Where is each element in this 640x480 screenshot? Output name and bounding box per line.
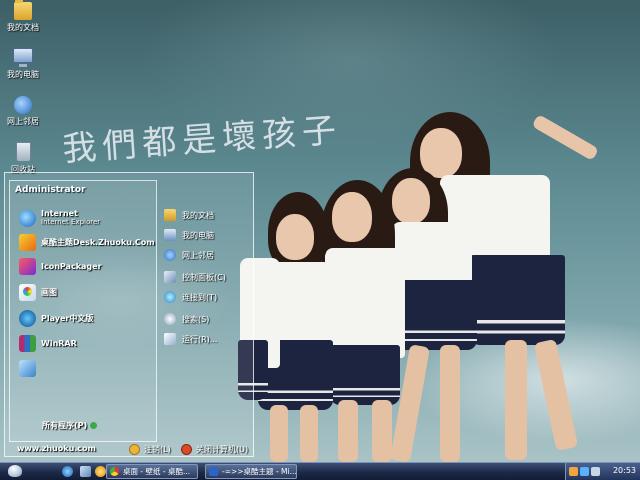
network-icon [14, 96, 32, 114]
iconpackager-icon [19, 257, 36, 275]
start-item-title: WinRAR [41, 338, 77, 348]
zhuoku-icon [19, 233, 36, 251]
program-icon [19, 359, 36, 377]
start-item-title: Player中文版 [41, 313, 94, 323]
recycle-bin-icon [15, 142, 31, 162]
computer-icon [13, 48, 33, 67]
logoff-label: 注销(L) [144, 445, 171, 454]
control-panel-icon [164, 271, 176, 283]
start-item-iconpackager[interactable]: IconPackager [19, 255, 102, 277]
start-item-zhuoku[interactable]: 桌酷主题Desk.Zhuoku.Com [19, 231, 155, 253]
start-right-control-panel[interactable]: 控制面板(C) [164, 269, 226, 285]
clock[interactable]: 20:53 [613, 466, 636, 475]
wallpaper-caption: 我們都是壞孩子 [61, 110, 344, 170]
start-item-title: IconPackager [41, 261, 102, 271]
start-item-title: 桌酷主题Desk.Zhuoku.Com [41, 237, 155, 247]
search-icon [164, 313, 176, 325]
taskbar-button-label: 桌面 - 壁纸 - 桌酷... [123, 467, 191, 476]
start-right-my-documents[interactable]: 我的文档 [164, 207, 214, 223]
start-item-paint[interactable]: 画图 [19, 281, 57, 303]
folder-icon [164, 209, 176, 221]
folder-icon [14, 0, 32, 20]
desktop-icon-label: 网上邻居 [7, 117, 39, 126]
taskbar-button-label: -=>>桌酷主题 - Mi... [222, 467, 297, 476]
computer-icon [164, 229, 176, 241]
run-icon [164, 333, 176, 345]
player-icon [19, 309, 36, 327]
desktop-icon-my-documents[interactable]: 我的文档 [2, 0, 44, 33]
start-item-internet-explorer[interactable]: Internet Internet Explorer [19, 207, 100, 229]
start-item-subtitle: Internet Explorer [41, 218, 101, 226]
desktop-icon-label: 我的电脑 [7, 70, 39, 79]
quicklaunch-show-desktop-icon[interactable] [80, 466, 91, 477]
arrow-right-icon [90, 422, 98, 429]
start-button[interactable] [4, 464, 26, 479]
network-icon [164, 249, 176, 261]
tray-network-icon[interactable] [580, 467, 589, 476]
quicklaunch-ie-icon[interactable] [62, 466, 73, 477]
user-name: Administrator [15, 185, 86, 195]
start-right-my-computer[interactable]: 我的电脑 [164, 227, 214, 243]
shutdown-button[interactable]: 关闭计算机(U) [181, 444, 248, 455]
start-right-label: 搜索(S) [182, 314, 210, 324]
desktop-icon-label: 我的文档 [7, 23, 39, 32]
start-item-player[interactable]: Player中文版 [19, 307, 93, 329]
start-item-title: Internet [41, 209, 78, 218]
start-item-title: 画图 [41, 287, 57, 297]
start-right-run[interactable]: 运行(R)... [164, 331, 217, 347]
logoff-icon [129, 444, 140, 455]
chrome-icon [110, 467, 119, 476]
start-item-program[interactable] [19, 357, 41, 379]
document-icon [209, 467, 218, 476]
winrar-icon [19, 334, 36, 352]
all-programs-label: 所有程序(P) [42, 421, 88, 430]
ie-icon [19, 209, 36, 227]
taskbar-button-browser[interactable]: 桌面 - 壁纸 - 桌酷... [106, 464, 198, 479]
start-right-label: 运行(R)... [182, 334, 218, 344]
start-right-label: 控制面板(C) [182, 272, 226, 282]
start-right-label: 网上邻居 [182, 250, 214, 260]
taskbar-button-document[interactable]: -=>>桌酷主题 - Mi... [205, 464, 297, 479]
desktop-icon-my-computer[interactable]: 我的电脑 [2, 48, 44, 80]
footer-url: www.zhuoku.com [17, 444, 96, 453]
tray-volume-icon[interactable] [591, 467, 600, 476]
start-right-label: 我的文档 [182, 210, 214, 220]
logoff-button[interactable]: 注销(L) [129, 444, 171, 455]
start-orb-icon [8, 465, 22, 477]
start-right-connect[interactable]: 连接到(T) [164, 289, 217, 305]
all-programs-button[interactable]: 所有程序(P) [42, 420, 98, 431]
tray-app-icon[interactable] [569, 467, 578, 476]
start-right-network[interactable]: 网上邻居 [164, 247, 214, 263]
system-tray: 20:53 [565, 463, 640, 480]
desktop-icon-network[interactable]: 网上邻居 [2, 96, 44, 127]
power-icon [181, 444, 192, 455]
start-right-label: 连接到(T) [182, 292, 218, 302]
shutdown-label: 关闭计算机(U) [196, 445, 249, 454]
start-menu: Administrator Internet Internet Explorer… [4, 172, 254, 457]
paint-icon [19, 283, 36, 301]
start-right-search[interactable]: 搜索(S) [164, 311, 209, 327]
taskbar: 桌面 - 壁纸 - 桌酷... -=>>桌酷主题 - Mi... 20:53 [0, 462, 640, 480]
desktop-icon-recycle-bin[interactable]: 回收站 [2, 142, 44, 175]
start-item-winrar[interactable]: WinRAR [19, 332, 77, 354]
start-right-label: 我的电脑 [182, 230, 214, 240]
connect-icon [164, 291, 176, 303]
quicklaunch-player-icon[interactable] [95, 466, 106, 477]
